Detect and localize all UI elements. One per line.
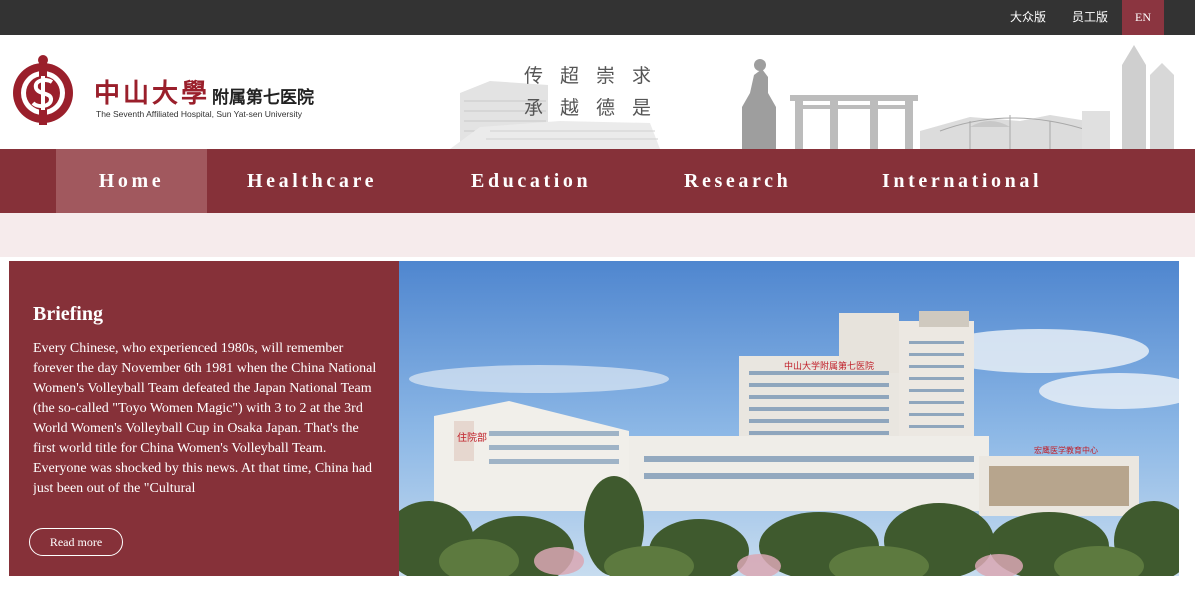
sub-nav-band bbox=[0, 213, 1195, 257]
building-sign-right: 宏鹰医学教育中心 bbox=[1034, 445, 1098, 455]
campus-skyline-illustration bbox=[450, 45, 1174, 149]
briefing-title: Briefing bbox=[33, 303, 103, 325]
top-utility-bar: 大众版 员工版 EN bbox=[0, 0, 1195, 35]
hospital-building-photo: 中山大学附属第七医院 住院部 宏鹰医学教育中心 bbox=[399, 261, 1179, 576]
motto-line-1: 传超崇求 bbox=[524, 65, 669, 87]
briefing-panel: Briefing Every Chinese, who experienced … bbox=[9, 261, 399, 576]
main-navigation: Home Healthcare Education Research Inter… bbox=[0, 149, 1195, 213]
motto-line-2: 承越德是 bbox=[524, 97, 669, 119]
building-sign-left: 住院部 bbox=[457, 431, 487, 444]
nav-item-home[interactable]: Home bbox=[56, 149, 207, 213]
public-version-link[interactable]: 大众版 bbox=[1010, 0, 1046, 35]
building-sign-top: 中山大学附属第七医院 bbox=[784, 360, 874, 372]
hospital-emblem-icon[interactable] bbox=[8, 54, 78, 128]
nav-item-research[interactable]: Research bbox=[684, 149, 791, 213]
nav-item-international[interactable]: International bbox=[882, 149, 1042, 213]
nav-item-healthcare[interactable]: Healthcare bbox=[247, 149, 377, 213]
english-version-link[interactable]: EN bbox=[1122, 0, 1164, 35]
site-header: 中山大學 附属第七医院 The Seventh Affiliated Hospi… bbox=[0, 35, 1195, 149]
hospital-subname-chinese: 附属第七医院 bbox=[212, 88, 314, 108]
briefing-text: Every Chinese, who experienced 1980s, wi… bbox=[33, 341, 377, 496]
staff-version-link[interactable]: 员工版 bbox=[1072, 0, 1108, 35]
nav-item-education[interactable]: Education bbox=[471, 149, 591, 213]
hospital-name-chinese: 中山大學 bbox=[94, 79, 211, 109]
hospital-name-english: The Seventh Affiliated Hospital, Sun Yat… bbox=[96, 109, 303, 119]
read-more-button[interactable]: Read more bbox=[29, 528, 123, 556]
